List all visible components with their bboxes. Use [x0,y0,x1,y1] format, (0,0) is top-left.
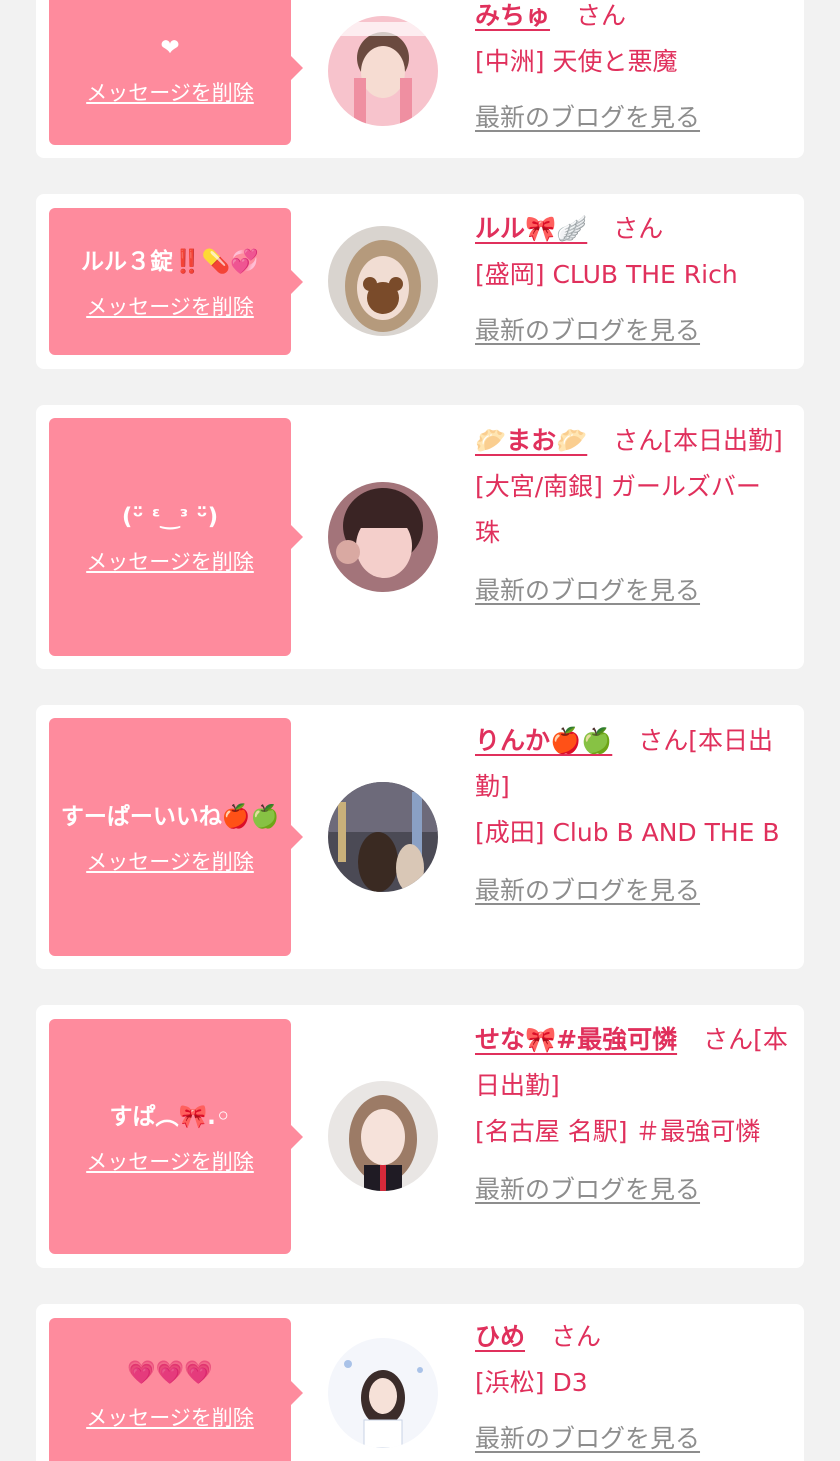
latest-blog-link[interactable]: 最新のブログを見る [475,95,790,141]
shop-name: [大宮/南銀] ガールズバー 珠 [475,472,761,547]
shop-name: [中洲] 天使と悪魔 [475,47,678,76]
cast-info: みちゅ さん [中洲] 天使と悪魔 最新のブログを見る [475,0,790,141]
message-text: すぱ︵🎀.◦ [109,1103,231,1130]
avatar[interactable] [328,226,438,336]
delete-message-link[interactable]: メッセージを削除 [86,546,254,576]
cast-info: りんか🍎🍏 さん[本日出勤] [成田] Club B AND THE B 最新のブ… [475,718,790,914]
latest-blog-link[interactable]: 最新のブログを見る [475,568,790,614]
message-text: (ᵕ̈ ᵋ‿ᵌ ᵕ̈) [121,504,219,530]
cast-name-link[interactable]: みちゅ [475,1,550,30]
cast-info: せな🎀#最強可憐 さん[本日出勤] [名古屋 名駅] ＃最強可憐 最新のブログを見… [475,1017,790,1213]
cast-info: 🥟まお🥟 さん[本日出勤] [大宮/南銀] ガールズバー 珠 最新のブログを見る [475,418,790,614]
message-text: ❤ [160,34,180,61]
delete-message-link[interactable]: メッセージを削除 [86,1146,254,1176]
cast-name-link[interactable]: 🥟まお🥟 [475,426,587,455]
cast-info: ひめ さん [浜松] D3 最新のブログを見る [475,1314,790,1461]
cast-name-link[interactable]: ルル🎀🪽 [475,214,587,243]
message-bubble: ❤ メッセージを削除 [49,0,303,145]
cast-name-link[interactable]: ひめ [475,1322,525,1351]
shop-name: [成田] Club B AND THE B [475,818,780,847]
honorific: さん [551,1322,602,1351]
message-text: ルル３錠‼️💊💞 [81,248,259,275]
shop-name: [名古屋 名駅] ＃最強可憐 [475,1117,761,1146]
attendance-status: [本日出勤] [663,426,783,455]
shop-name: [浜松] D3 [475,1368,588,1397]
card-1: ❤ メッセージを削除 みちゅ さん [中洲] 天使と悪魔 最新のブログを見る [36,0,804,158]
cast-name-link[interactable]: りんか🍎🍏 [475,726,612,755]
card-2: ルル３錠‼️💊💞 メッセージを削除 ルル🎀🪽 さん [盛岡] CLUB THE R… [36,194,804,369]
honorific: さん [703,1025,754,1054]
delete-message-link[interactable]: メッセージを削除 [86,846,254,876]
message-bubble: ルル３錠‼️💊💞 メッセージを削除 [49,208,303,355]
message-text: すーぱーいいね🍎🍏 [60,804,280,830]
message-text: 💗💗💗 [127,1360,213,1386]
honorific: さん [638,726,689,755]
card-4: すーぱーいいね🍎🍏 メッセージを削除 りんか🍎🍏 さん[本日出勤] [成田] Cl… [36,705,804,969]
latest-blog-link[interactable]: 最新のブログを見る [475,1167,790,1213]
avatar[interactable] [328,1338,438,1448]
delete-message-link[interactable]: メッセージを削除 [86,77,254,107]
message-bubble: すぱ︵🎀.◦ メッセージを削除 [49,1019,303,1254]
latest-blog-link[interactable]: 最新のブログを見る [475,868,790,914]
avatar[interactable] [328,16,438,126]
message-bubble: (ᵕ̈ ᵋ‿ᵌ ᵕ̈) メッセージを削除 [49,418,303,656]
message-bubble: 💗💗💗 メッセージを削除 [49,1318,303,1461]
latest-blog-link[interactable]: 最新のブログを見る [475,1416,790,1461]
latest-blog-link[interactable]: 最新のブログを見る [475,308,790,354]
delete-message-link[interactable]: メッセージを削除 [86,291,254,321]
message-bubble: すーぱーいいね🍎🍏 メッセージを削除 [49,718,303,956]
honorific: さん [576,1,627,30]
card-3: (ᵕ̈ ᵋ‿ᵌ ᵕ̈) メッセージを削除 🥟まお🥟 さん[本日出勤] [大宮/南銀… [36,405,804,669]
shop-name: [盛岡] CLUB THE Rich [475,260,738,289]
delete-message-link[interactable]: メッセージを削除 [86,1402,254,1432]
avatar[interactable] [328,482,438,592]
honorific: さん [613,214,664,243]
card-6: 💗💗💗 メッセージを削除 ひめ さん [浜松] D3 最新のブログを見る [36,1304,804,1461]
card-5: すぱ︵🎀.◦ メッセージを削除 せな🎀#最強可憐 さん[本日出勤] [名古屋 名駅… [36,1005,804,1268]
avatar[interactable] [328,782,438,892]
honorific: さん [613,426,664,455]
avatar[interactable] [328,1081,438,1191]
cast-name-link[interactable]: せな🎀#最強可憐 [475,1025,677,1054]
cast-info: ルル🎀🪽 さん [盛岡] CLUB THE Rich 最新のブログを見る [475,206,790,354]
